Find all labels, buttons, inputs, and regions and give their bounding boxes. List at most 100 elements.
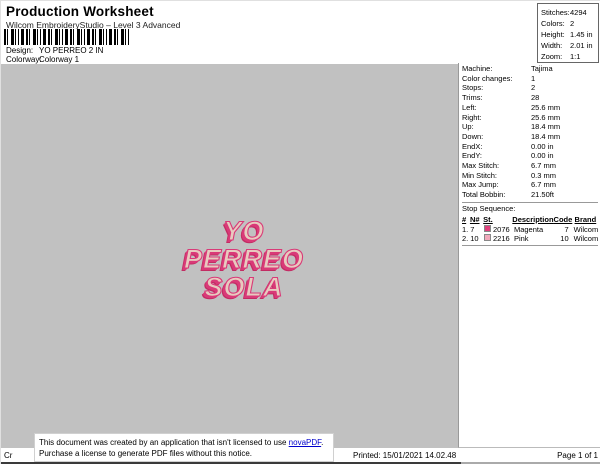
notice-line2-text: Purchase a license to generate PDF files… bbox=[39, 449, 252, 458]
panel-value: 25.6 mm bbox=[531, 102, 561, 112]
stats-box: Stitches: 4294 Colors: 2 Height: 1.45 in… bbox=[537, 3, 599, 63]
cell-description: Pink bbox=[513, 234, 529, 244]
stat-label: Zoom: bbox=[541, 52, 563, 61]
panel-row-total-bobbin: Total Bobbin: 21.50ft bbox=[462, 190, 600, 200]
panel-value: 6.7 mm bbox=[531, 180, 557, 190]
panel-value: 0.3 mm bbox=[531, 170, 557, 180]
footer-left-fragment: Cr bbox=[4, 451, 13, 460]
panel-row-right: Right: 25.6 mm bbox=[462, 113, 600, 123]
panel-value: 0.00 in bbox=[531, 151, 554, 161]
panel-row-max-stitch: Max Stitch: 6.7 mm bbox=[462, 161, 600, 171]
panel-row-endy: EndY: 0.00 in bbox=[462, 151, 600, 161]
cell-n: 10 bbox=[470, 234, 479, 244]
panel-label: Machine: bbox=[462, 64, 493, 73]
design-label: Design: bbox=[6, 46, 34, 55]
panel-row-trims: Trims: 28 bbox=[462, 93, 600, 103]
panel-value: 1 bbox=[531, 73, 536, 83]
panel-label: Min Stitch: bbox=[462, 170, 498, 180]
cell-code: 10 bbox=[560, 234, 569, 244]
panel-label: Max Stitch: bbox=[462, 161, 500, 171]
cell-n: 7 bbox=[470, 224, 475, 234]
design-canvas: YO PERREO SOLA bbox=[1, 64, 458, 448]
colorway-label: Colorway: bbox=[6, 55, 42, 64]
panel-label: Up: bbox=[462, 122, 474, 132]
col-header-brand: Brand bbox=[574, 214, 597, 224]
machine-info-panel: Machine: Tajima Color changes: 1 Stops: 2 T… bbox=[458, 63, 600, 448]
panel-row-color-changes: Color changes: 1 bbox=[462, 74, 600, 84]
panel-row-max-jump: Max Jump: 6.7 mm bbox=[462, 180, 600, 190]
table-bottom-rule bbox=[462, 245, 598, 247]
stat-value: 1:1 bbox=[570, 52, 581, 61]
design-name-row: Design: YO PERREO 2 IN bbox=[6, 46, 103, 55]
cell-num: 1. bbox=[462, 224, 469, 234]
colorway-value: Colorway 1 bbox=[39, 55, 80, 64]
page-title: Production Worksheet bbox=[6, 4, 154, 19]
panel-label: EndX: bbox=[462, 141, 483, 151]
table-header-row: # N# St. Description Code Brand bbox=[462, 215, 600, 225]
design-text-line: YO bbox=[223, 216, 265, 246]
panel-row-down: Down: 18.4 mm bbox=[462, 132, 600, 142]
stat-label: Width: bbox=[541, 41, 563, 50]
panel-label: EndY: bbox=[462, 151, 483, 161]
table-row: 2. 10 2216 Pink 10 Wilcom bbox=[462, 234, 600, 244]
panel-value: 18.4 mm bbox=[531, 131, 561, 141]
stat-value: 1.45 in bbox=[570, 30, 593, 39]
stat-value: 2 bbox=[570, 19, 575, 28]
cell-st: 2076 bbox=[492, 224, 510, 234]
col-header-code: Code bbox=[553, 214, 573, 224]
cell-st: 2216 bbox=[492, 234, 510, 244]
panel-value: 6.7 mm bbox=[531, 161, 557, 171]
panel-row-stops: Stops: 2 bbox=[462, 83, 600, 93]
panel-row-endx: EndX: 0.00 in bbox=[462, 142, 600, 152]
panel-value: 25.6 mm bbox=[531, 112, 561, 122]
col-header-n: N# bbox=[469, 214, 480, 224]
panel-label: Right: bbox=[462, 112, 482, 122]
notice-line1-text: This document was created by an applicat… bbox=[39, 438, 289, 447]
barcode-icon bbox=[4, 29, 131, 45]
panel-label: Down: bbox=[462, 131, 484, 141]
panel-row-up: Up: 18.4 mm bbox=[462, 122, 600, 132]
col-header-num: # bbox=[462, 214, 467, 224]
stats-row-zoom: Zoom: 1:1 bbox=[541, 51, 598, 62]
novapdf-link[interactable]: novaPDF bbox=[289, 438, 321, 447]
stats-row-stitches: Stitches: 4294 bbox=[541, 7, 598, 18]
panel-label: Total Bobbin: bbox=[462, 190, 506, 200]
col-header-description: Description bbox=[512, 214, 554, 224]
printed-timestamp: Printed: 15/01/2021 14.02.48 bbox=[353, 451, 457, 460]
stats-row-height: Height: 1.45 in bbox=[541, 29, 598, 40]
panel-label: Stops: bbox=[462, 83, 484, 93]
panel-label: Left: bbox=[462, 102, 477, 112]
thread-color-swatch bbox=[483, 234, 493, 244]
panel-row-left: Left: 25.6 mm bbox=[462, 103, 600, 113]
worksheet-page: Production Worksheet Wilcom EmbroiderySt… bbox=[0, 0, 600, 464]
panel-row-min-stitch: Min Stitch: 0.3 mm bbox=[462, 171, 600, 181]
table-row: 1. 7 2076 Magenta 7 Wilcom bbox=[462, 224, 600, 235]
panel-row-machine: Machine: Tajima bbox=[462, 64, 600, 74]
stat-value: 4294 bbox=[570, 8, 587, 17]
panel-value: 28 bbox=[531, 93, 540, 103]
design-text-line: SOLA bbox=[204, 272, 284, 302]
design-text-line: PERREO bbox=[183, 244, 305, 274]
stats-row-width: Width: 2.01 in bbox=[541, 40, 598, 51]
cell-description: Magenta bbox=[513, 224, 544, 234]
stop-sequence-label: Stop Sequence: bbox=[462, 203, 516, 213]
design-value: YO PERREO 2 IN bbox=[39, 46, 104, 55]
cell-num: 2. bbox=[462, 234, 469, 244]
novapdf-notice: This document was created by an applicat… bbox=[34, 433, 334, 462]
cell-brand: Wilcom bbox=[573, 224, 599, 234]
panel-value: 0.00 in bbox=[531, 141, 554, 151]
cell-code: 7 bbox=[564, 224, 569, 234]
notice-line1-suffix: . bbox=[321, 438, 324, 447]
panel-divider bbox=[462, 201, 598, 203]
page-number: Page 1 of 1 bbox=[557, 451, 598, 460]
stop-sequence-table: # N# St. Description Code Brand 1. 7 207… bbox=[462, 215, 600, 247]
panel-value: 2 bbox=[531, 83, 536, 93]
panel-label: Trims: bbox=[462, 93, 483, 103]
panel-value: 21.50ft bbox=[531, 190, 554, 200]
panel-value: Tajima bbox=[531, 64, 553, 73]
colorway-row: Colorway: Colorway 1 bbox=[6, 55, 79, 64]
col-header-st: St. bbox=[483, 214, 493, 224]
embroidery-design-preview: YO PERREO SOLA bbox=[169, 216, 319, 302]
stat-value: 2.01 in bbox=[570, 41, 593, 50]
panel-label: Color changes: bbox=[462, 73, 513, 83]
